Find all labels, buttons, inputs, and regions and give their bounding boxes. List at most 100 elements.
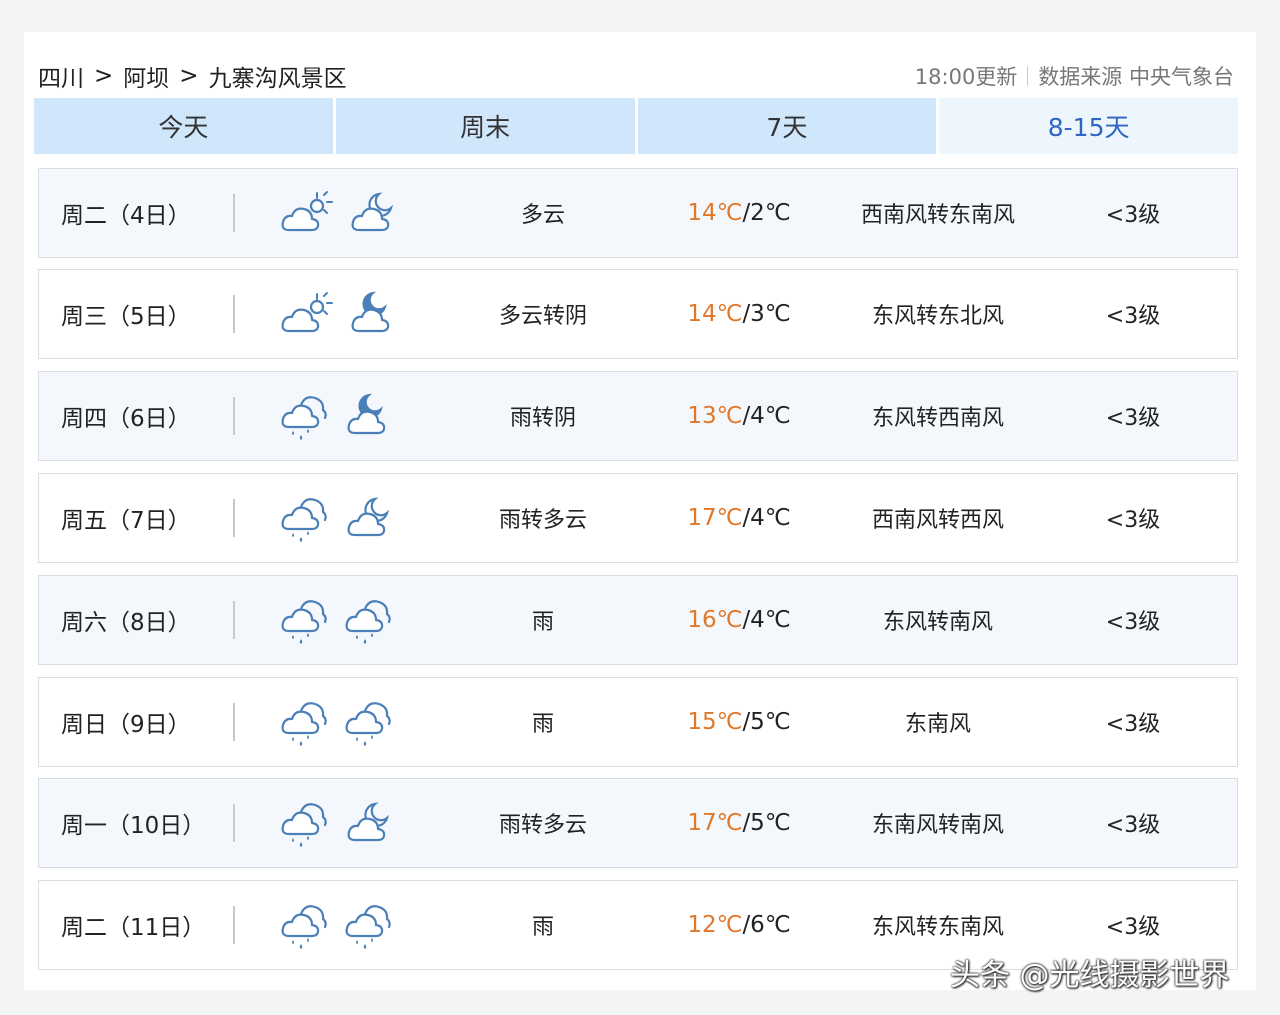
- wind-direction: 西南风转西风: [871, 508, 1004, 533]
- watermark: 头条 @光线摄影世界: [950, 958, 1230, 993]
- wind-level: <3级: [1105, 712, 1161, 737]
- forecast-row: 周五（7日） 雨转多云 17℃/4℃ 西南风转西风 <3级: [38, 473, 1238, 563]
- weather-icons: [235, 190, 431, 236]
- rain-icon: [279, 900, 329, 950]
- forecast-row: 周三（5日） 多云转阴 14℃/3℃ 东风转东北风 <3级: [38, 269, 1238, 359]
- weather-icons: [235, 291, 431, 337]
- high-temp: 16℃: [687, 607, 743, 633]
- wind-direction: 东风转南风: [882, 610, 993, 635]
- weather-condition: 雨转多云: [498, 508, 587, 533]
- rain-icon: [279, 595, 329, 645]
- low-temp: /5℃: [742, 709, 791, 735]
- data-source: 数据来源 中央气象台: [1038, 65, 1234, 89]
- tab-7-days[interactable]: 7天: [637, 98, 937, 154]
- top-bar: 四川 > 阿坝 > 九寨沟风景区 18:00更新 数据来源 中央气象台: [38, 60, 1234, 92]
- wind-level: <3级: [1105, 915, 1161, 940]
- low-temp: /6℃: [742, 912, 791, 938]
- forecast-row: 周一（10日） 雨转多云 17℃/5℃ 东南风转南风 <3级: [38, 778, 1238, 868]
- low-temp: /2℃: [742, 200, 791, 226]
- weather-condition: 多云: [520, 203, 565, 228]
- temperature: 12℃/6℃: [655, 912, 823, 938]
- weather-condition: 雨转多云: [498, 813, 587, 838]
- rain-icon: [343, 595, 393, 645]
- rain-icon: [279, 391, 329, 441]
- overcast-moon-icon: [347, 291, 397, 337]
- forecast-day: 周日（9日）: [61, 712, 191, 738]
- weather-condition: 多云转阴: [498, 304, 587, 329]
- weather-condition: 雨转阴: [509, 406, 576, 431]
- low-temp: /4℃: [742, 607, 791, 633]
- cloudy-moon-icon: [347, 190, 397, 236]
- temperature: 15℃/5℃: [655, 709, 823, 735]
- high-temp: 17℃: [687, 810, 743, 836]
- update-divider: [1027, 66, 1029, 86]
- wind-level: <3级: [1105, 610, 1161, 635]
- high-temp: 17℃: [687, 505, 743, 531]
- forecast-day: 周一（10日）: [61, 813, 206, 839]
- rain-icon: [279, 493, 329, 543]
- wind-direction: 东风转西南风: [871, 406, 1004, 431]
- forecast-day: 周二（11日）: [61, 915, 206, 941]
- low-temp: /4℃: [742, 403, 791, 429]
- rain-icon: [343, 697, 393, 747]
- forecast-day: 周五（7日）: [61, 508, 191, 534]
- wind-level: <3级: [1105, 508, 1161, 533]
- update-info: 18:00更新 数据来源 中央气象台: [915, 61, 1234, 91]
- wind-direction: 东风转东南风: [871, 915, 1004, 940]
- forecast-row: 周日（9日） 雨 15℃/5℃ 东南风 <3级: [38, 677, 1238, 767]
- high-temp: 12℃: [687, 912, 743, 938]
- wind-level: <3级: [1105, 304, 1161, 329]
- partly-cloudy-sun-icon: [279, 190, 333, 236]
- temperature: 13℃/4℃: [655, 403, 823, 429]
- wind-direction: 东风转东北风: [871, 304, 1004, 329]
- weather-icons: [235, 595, 431, 645]
- forecast-row: 周四（6日） 雨转阴 13℃/4℃ 东风转西南风 <3级: [38, 371, 1238, 461]
- rain-icon: [279, 697, 329, 747]
- weather-icons: [235, 493, 431, 543]
- forecast-row: 周二（4日） 多云 14℃/2℃ 西南风转东南风 <3级: [38, 168, 1238, 258]
- high-temp: 13℃: [687, 403, 743, 429]
- weather-icons: [235, 900, 431, 950]
- rain-icon: [279, 798, 329, 848]
- partly-cloudy-sun-icon: [279, 291, 333, 337]
- forecast-day: 周二（4日）: [61, 203, 191, 229]
- forecast-day: 周六（8日）: [61, 610, 191, 636]
- breadcrumb-province[interactable]: 四川: [38, 59, 84, 93]
- high-temp: 15℃: [687, 709, 743, 735]
- wind-direction: 东南风: [904, 712, 971, 737]
- cloudy-moon-icon: [343, 495, 393, 541]
- breadcrumb-separator: >: [179, 63, 199, 89]
- temperature: 14℃/3℃: [655, 301, 823, 327]
- weather-icons: [235, 798, 431, 848]
- temperature: 16℃/4℃: [655, 607, 823, 633]
- temperature: 17℃/5℃: [655, 810, 823, 836]
- low-temp: /4℃: [742, 505, 791, 531]
- cloudy-moon-icon: [343, 800, 393, 846]
- breadcrumb-separator: >: [94, 63, 114, 89]
- rain-icon: [343, 900, 393, 950]
- wind-level: <3级: [1105, 813, 1161, 838]
- temperature: 17℃/4℃: [655, 505, 823, 531]
- weather-condition: 雨: [531, 712, 554, 737]
- high-temp: 14℃: [687, 200, 743, 226]
- high-temp: 14℃: [687, 301, 743, 327]
- tab-weekend[interactable]: 周末: [335, 98, 635, 154]
- breadcrumb: 四川 > 阿坝 > 九寨沟风景区: [38, 59, 347, 93]
- weather-icons: [235, 391, 431, 441]
- weather-icons: [235, 697, 431, 747]
- weather-condition: 雨: [531, 915, 554, 940]
- tab-8-15-days[interactable]: 8-15天: [939, 98, 1238, 154]
- forecast-row: 周六（8日） 雨 16℃/4℃ 东风转南风 <3级: [38, 575, 1238, 665]
- forecast-day: 周三（5日）: [61, 304, 191, 330]
- overcast-moon-icon: [343, 393, 393, 439]
- temperature: 14℃/2℃: [655, 200, 823, 226]
- low-temp: /3℃: [742, 301, 791, 327]
- breadcrumb-city[interactable]: 阿坝: [123, 59, 169, 93]
- weather-condition: 雨: [531, 610, 554, 635]
- update-time: 18:00更新: [914, 65, 1018, 89]
- wind-direction: 西南风转东南风: [860, 203, 1015, 228]
- low-temp: /5℃: [742, 810, 791, 836]
- forecast-day: 周四（6日）: [61, 406, 191, 432]
- wind-level: <3级: [1105, 406, 1161, 431]
- tab-today[interactable]: 今天: [34, 98, 333, 154]
